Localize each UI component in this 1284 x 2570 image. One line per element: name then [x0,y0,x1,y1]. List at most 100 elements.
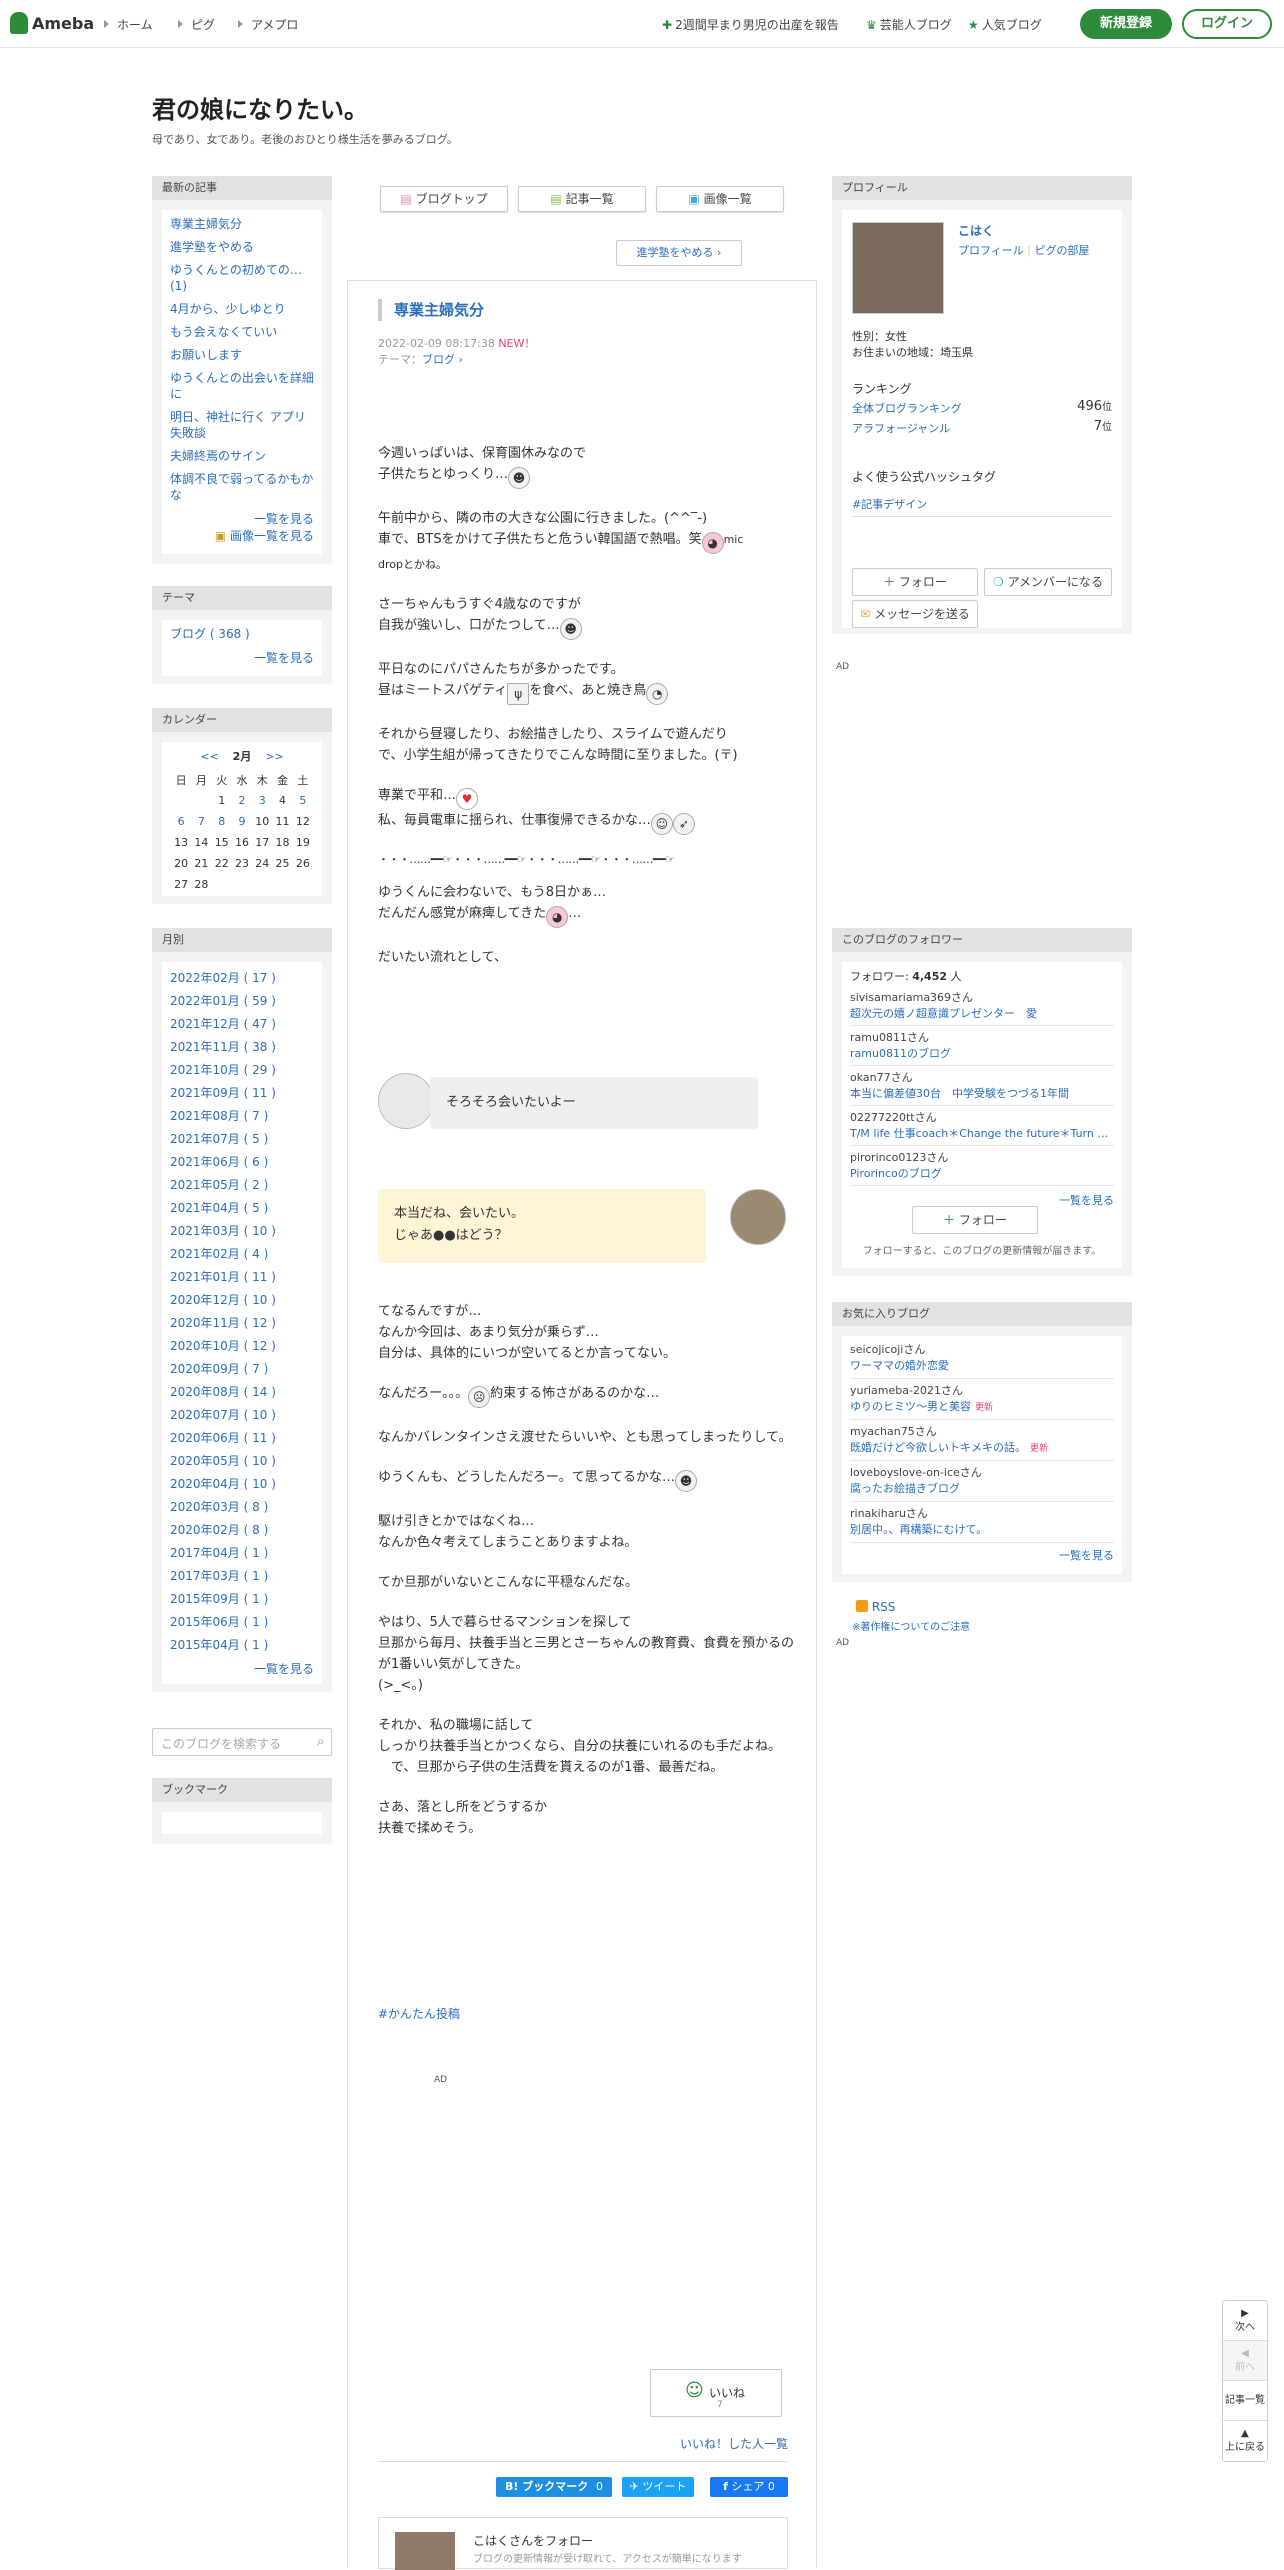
cal-cell[interactable]: 2 [233,791,251,810]
recent-entry-link[interactable]: ゆうくんとの出会いを詳細に [170,370,314,402]
back-to-top-button[interactable]: ▲ 上に戻る [1223,2421,1267,2461]
tab-entry-list[interactable]: ▤ 記事一覧 [518,186,646,212]
pig-room-link[interactable]: ピグの部屋 [1034,244,1089,257]
facebook-share-button[interactable]: f シェア 0 [710,2477,788,2497]
follower-blog-link[interactable]: T/M life 仕事coach＊Change the future＊Turn … [850,1126,1114,1142]
profile-link[interactable]: プロフィール [958,244,1024,257]
popular-blog-link[interactable]: ★ 人気ブログ [968,16,1042,33]
overall-ranking-link[interactable]: 全体ブログランキング [852,400,962,416]
month-archive-link[interactable]: 2021年07月 ( 5 ) [170,1131,314,1147]
month-archive-link[interactable]: 2020年10月 ( 12 ) [170,1338,314,1354]
month-archive-link[interactable]: 2020年08月 ( 14 ) [170,1384,314,1400]
message-button[interactable]: ✉ メッセージを送る [852,600,978,628]
next-entry-button[interactable]: ▶ 次へ [1223,2301,1267,2341]
month-archive-link[interactable]: 2020年09月 ( 7 ) [170,1361,314,1377]
follow-card[interactable]: こはくさんをフォロー ブログの更新情報が受け取れて、アクセスが簡単になります [378,2517,788,2570]
genre-ranking-link[interactable]: アラフォージャンル [852,420,950,436]
favorites-more-link[interactable]: 一覧を見る [850,1547,1114,1563]
month-archive-link[interactable]: 2021年02月 ( 4 ) [170,1246,314,1262]
entry-title[interactable]: 専業主婦気分 [378,299,484,321]
month-archive-link[interactable]: 2020年11月 ( 12 ) [170,1315,314,1331]
month-archive-link[interactable]: 2015年04月 ( 1 ) [170,1637,314,1653]
month-archive-link[interactable]: 2021年05月 ( 2 ) [170,1177,314,1193]
recent-entry-link[interactable]: 夫婦終焉のサイン [170,448,314,464]
month-archive-link[interactable]: 2021年04月 ( 5 ) [170,1200,314,1216]
register-button[interactable]: 新規登録 [1080,9,1172,39]
image-list-link[interactable]: ▣ 画像一覧を見る [170,527,314,544]
recent-entry-link[interactable]: お願いします [170,347,314,363]
month-archive-link[interactable]: 2021年12月 ( 47 ) [170,1016,314,1032]
monthly-more-link[interactable]: 一覧を見る [170,1660,314,1677]
recent-more-link[interactable]: 一覧を見る [170,510,314,527]
news-link[interactable]: ✚ 2週間早まり男児の出産を報告 [662,16,839,33]
recent-entry-link[interactable]: 4月から、少しゆとり [170,301,314,317]
hashtag-link[interactable]: #かんたん投稿 [378,2005,460,2022]
month-archive-link[interactable]: 2021年10月 ( 29 ) [170,1062,314,1078]
theme-link[interactable]: ブログ ( 368 ) [170,626,314,642]
follower-blog-link[interactable]: Pirorincoのブログ [850,1166,1114,1182]
cal-cell[interactable]: 7 [192,812,210,831]
recent-entry-link[interactable]: 体調不良で弱ってるかもかな [170,471,314,503]
month-archive-link[interactable]: 2022年01月 ( 59 ) [170,993,314,1009]
recent-entry-link[interactable]: 専業主婦気分 [170,216,314,232]
cal-cell[interactable]: 9 [233,812,251,831]
month-archive-link[interactable]: 2020年12月 ( 10 ) [170,1292,314,1308]
cal-cell[interactable]: 5 [294,791,312,810]
month-archive-link[interactable]: 2021年06月 ( 6 ) [170,1154,314,1170]
prev-entry-button[interactable]: ◀ 前へ [1223,2341,1267,2381]
recent-entry-link[interactable]: もう会えなくていい [170,324,314,340]
member-button[interactable]: ❍ アメンバーになる [984,568,1112,596]
nav-pigg[interactable]: ピグ [178,16,215,33]
month-archive-link[interactable]: 2021年08月 ( 7 ) [170,1108,314,1124]
tab-blog-top[interactable]: ▤ ブログトップ [380,186,508,212]
month-archive-link[interactable]: 2021年03月 ( 10 ) [170,1223,314,1239]
cal-cell[interactable]: 8 [213,812,231,831]
favorite-blog-link[interactable]: ワーママの婚外恋愛 [850,1358,1114,1375]
recent-entry-link[interactable]: 進学塾をやめる [170,239,314,255]
favorite-blog-link[interactable]: ゆりのヒミツ〜男と美容 更新 [850,1399,1114,1416]
recent-entry-link[interactable]: ゆうくんとの初めての…(1) [170,262,314,294]
tab-image-list[interactable]: ▣ 画像一覧 [656,186,784,212]
month-archive-link[interactable]: 2017年03月 ( 1 ) [170,1568,314,1584]
official-hashtag-link[interactable]: #記事デザイン [852,496,927,512]
profile-follow-button[interactable]: ＋ フォロー [852,568,978,596]
favorite-blog-link[interactable]: 腐ったお絵描きブログ [850,1481,1114,1498]
calendar-next[interactable]: >> [265,750,283,763]
hatena-bookmark-button[interactable]: B! ブックマーク 0 [496,2477,612,2497]
blog-title[interactable]: 君の娘になりたい。 [152,90,368,125]
month-archive-link[interactable]: 2020年06月 ( 11 ) [170,1430,314,1446]
month-archive-link[interactable]: 2021年01月 ( 11 ) [170,1269,314,1285]
search-input[interactable]: このブログを検索する [161,1735,281,1752]
theme-more-link[interactable]: 一覧を見る [170,649,314,666]
nav-home[interactable]: ホーム [104,16,153,33]
profile-avatar[interactable] [852,222,944,314]
favorite-blog-link[interactable]: 既婚だけど今欲しいトキメキの話。 更新 [850,1440,1114,1457]
rss-link[interactable]: RSS [856,1600,895,1614]
follower-blog-link[interactable]: 本当に偏差値30台 中学受験をつづる1年間 [850,1086,1114,1102]
search-icon[interactable]: ⌕ [317,1732,325,1750]
like-list-link[interactable]: いいね！した人一覧 [680,2435,788,2452]
month-archive-link[interactable]: 2015年09月 ( 1 ) [170,1591,314,1607]
month-archive-link[interactable]: 2020年03月 ( 8 ) [170,1499,314,1515]
like-button[interactable]: ☺ いいね 7 [650,2369,782,2417]
prev-entry-link[interactable]: 進学塾をやめる › [616,240,742,266]
month-archive-link[interactable]: 2020年02月 ( 8 ) [170,1522,314,1538]
month-archive-link[interactable]: 2021年09月 ( 11 ) [170,1085,314,1101]
entry-list-button[interactable]: 記事一覧 [1223,2381,1267,2421]
month-archive-link[interactable]: 2021年11月 ( 38 ) [170,1039,314,1055]
login-button[interactable]: ログイン [1182,9,1272,39]
nav-amepro[interactable]: アメプロ [238,16,298,33]
cal-cell[interactable]: 6 [172,812,190,831]
month-archive-link[interactable]: 2020年05月 ( 10 ) [170,1453,314,1469]
recent-entry-link[interactable]: 明日、神社に行く アプリ失敗談 [170,409,314,441]
entry-theme-link[interactable]: ブログ [422,353,455,366]
month-archive-link[interactable]: 2022年02月 ( 17 ) [170,970,314,986]
follow-button[interactable]: ＋ フォロー [912,1206,1038,1234]
ameba-logo[interactable]: Ameba [10,12,94,34]
profile-name[interactable]: こはく [958,222,994,239]
celebrity-blog-link[interactable]: ♛ 芸能人ブログ [866,16,952,33]
month-archive-link[interactable]: 2015年06月 ( 1 ) [170,1614,314,1630]
calendar-prev[interactable]: << [200,750,218,763]
follower-blog-link[interactable]: 超次元の嬉ノ超意識プレゼンター 愛 [850,1006,1114,1022]
favorite-blog-link[interactable]: 別居中。、再構築にむけて。 [850,1522,1114,1539]
